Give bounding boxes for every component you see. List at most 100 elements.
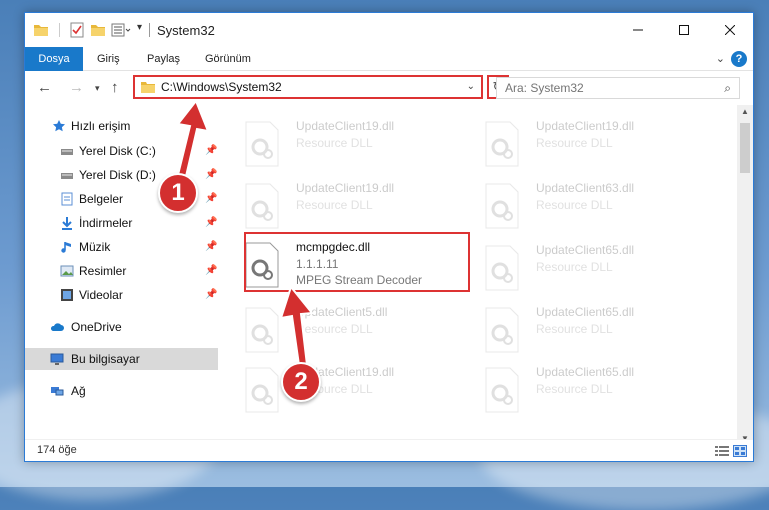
ribbon-tabs: Dosya Giriş Paylaş Görünüm ⌄ ? [25, 47, 753, 71]
video-icon [61, 289, 73, 301]
sidebar-item-label: Müzik [79, 240, 111, 254]
close-icon [725, 25, 735, 35]
quick-access-separator [59, 23, 60, 37]
new-folder-icon[interactable] [90, 22, 106, 38]
computer-icon [50, 353, 64, 365]
scroll-up-icon[interactable]: ▲ [741, 107, 749, 116]
sidebar-item-label: Yerel Disk (D:) [79, 168, 156, 182]
folder-icon[interactable] [33, 22, 49, 38]
item-count: 174 öğe [37, 444, 77, 456]
back-arrow-icon[interactable]: ← [37, 79, 52, 96]
quick-access-dropdown-icon[interactable]: ▾ [137, 22, 142, 33]
step-1-badge: 1 [158, 173, 198, 213]
view-properties-icon[interactable] [111, 22, 131, 38]
pin-icon[interactable]: 📌 [205, 212, 217, 234]
file-description: Resource DLL [296, 136, 373, 150]
pin-icon[interactable]: 📌 [205, 188, 217, 210]
expand-ribbon-icon[interactable]: ⌄ [716, 52, 725, 65]
documents-icon [61, 192, 73, 206]
pin-icon[interactable]: 📌 [205, 284, 217, 306]
sidebar-item-label: Bu bilgisayar [71, 352, 140, 366]
pin-icon[interactable]: 📌 [205, 236, 217, 258]
explorer-window: ▾ System32 Dosya Giriş Paylaş Görünüm ⌄ … [24, 12, 754, 462]
file-description: Resource DLL [296, 322, 373, 336]
file-description: Resource DLL [536, 382, 613, 396]
vertical-scrollbar[interactable]: ▲ ▼ [737, 105, 753, 445]
up-arrow-icon[interactable]: ↑ [111, 79, 119, 96]
forward-arrow-icon[interactable]: → [69, 79, 84, 96]
file-item[interactable]: UpdateClient65.dll Resource DLL [484, 365, 714, 425]
file-item[interactable]: UpdateClient65.dll Resource DLL [484, 305, 714, 365]
file-highlight-box [244, 232, 470, 292]
maximize-icon [679, 25, 689, 35]
address-row: ← → ▾ ↑ C:\Windows\System32 ⌄ ↻ ⌕ [25, 71, 753, 105]
dll-file-icon [245, 121, 279, 167]
sidebar-item-music[interactable]: Müzik 📌 [25, 236, 218, 258]
file-item[interactable]: UpdateClient5.dll Resource DLL [244, 305, 474, 365]
sidebar-item-videos[interactable]: Videolar 📌 [25, 284, 218, 306]
title-separator [149, 23, 150, 37]
dll-file-icon [245, 183, 279, 229]
details-view-icon[interactable] [715, 445, 729, 457]
navigation-pane: Hızlı erişim Yerel Disk (C:) 📌 Yerel Dis… [25, 105, 218, 445]
file-name: UpdateClient19.dll [296, 181, 395, 195]
drive-icon [61, 149, 73, 155]
properties-check-icon[interactable] [70, 22, 84, 38]
drive-icon [61, 173, 73, 179]
dll-file-icon [485, 367, 519, 413]
tab-share[interactable]: Paylaş [135, 47, 192, 71]
sidebar-item-pictures[interactable]: Resimler 📌 [25, 260, 218, 282]
network-icon [51, 387, 64, 396]
address-path: C:\Windows\System32 [161, 80, 282, 94]
recent-locations-dropdown-icon[interactable]: ▾ [95, 83, 100, 94]
maximize-button[interactable] [661, 13, 707, 47]
tab-file[interactable]: Dosya [25, 47, 83, 71]
file-item[interactable]: UpdateClient63.dll Resource DLL [484, 181, 714, 241]
close-button[interactable] [707, 13, 753, 47]
sidebar-item-this-pc[interactable]: Bu bilgisayar [25, 348, 218, 370]
download-icon [62, 217, 72, 230]
file-item[interactable]: UpdateClient19.dll Resource DLL [244, 119, 474, 179]
scrollbar-thumb[interactable] [740, 123, 750, 173]
file-item[interactable]: UpdateClient65.dll Resource DLL [484, 243, 714, 303]
pin-icon[interactable]: 📌 [205, 140, 217, 162]
tab-home[interactable]: Giriş [85, 47, 132, 71]
status-bar: 174 öğe [25, 439, 753, 461]
tab-view[interactable]: Görünüm [193, 47, 263, 71]
file-description: Resource DLL [536, 136, 613, 150]
file-name: UpdateClient5.dll [296, 305, 388, 319]
file-item[interactable]: UpdateClient19.dll Resource DLL [244, 365, 474, 425]
help-button[interactable]: ? [731, 51, 747, 67]
dll-file-icon [485, 307, 519, 353]
sidebar-item-label: OneDrive [71, 320, 122, 334]
file-description: Resource DLL [296, 198, 373, 212]
pin-icon[interactable]: 📌 [205, 164, 217, 186]
sidebar-item-downloads[interactable]: İndirmeler 📌 [25, 212, 218, 234]
sidebar-item-network[interactable]: Ağ [25, 380, 218, 402]
dll-file-icon [485, 183, 519, 229]
sidebar-item-local-disk-c[interactable]: Yerel Disk (C:) 📌 [25, 140, 218, 162]
window-title: System32 [157, 23, 215, 38]
sidebar-item-label: Hızlı erişim [71, 119, 131, 133]
search-input[interactable] [505, 79, 705, 97]
minimize-button[interactable] [615, 13, 661, 47]
sidebar-item-label: Ağ [71, 384, 86, 398]
chevron-down-icon[interactable]: ⌄ [467, 81, 475, 92]
dll-file-icon [485, 245, 519, 291]
pictures-icon [60, 265, 74, 277]
search-box[interactable]: ⌕ [496, 77, 740, 99]
sidebar-item-label: Belgeler [79, 192, 124, 206]
minimize-icon [633, 29, 643, 31]
file-description: Resource DLL [536, 322, 613, 336]
address-bar[interactable]: C:\Windows\System32 ⌄ [133, 75, 483, 99]
large-icons-view-icon[interactable] [733, 445, 747, 457]
folder-icon [141, 82, 155, 93]
dll-file-icon [485, 121, 519, 167]
sidebar-item-quick-access[interactable]: Hızlı erişim [25, 115, 218, 137]
pin-icon[interactable]: 📌 [205, 260, 217, 282]
sidebar-item-label: İndirmeler [79, 216, 133, 230]
file-name: UpdateClient63.dll [536, 181, 635, 195]
sidebar-item-label: Resimler [79, 264, 127, 278]
file-item[interactable]: UpdateClient19.dll Resource DLL [484, 119, 714, 179]
sidebar-item-onedrive[interactable]: OneDrive [25, 316, 218, 338]
